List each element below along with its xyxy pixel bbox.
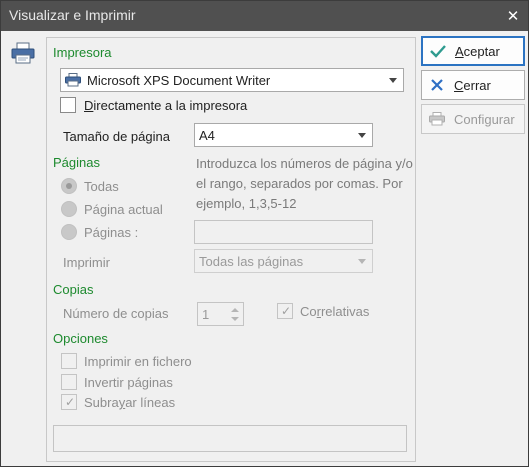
chevron-up-icon[interactable] bbox=[231, 308, 239, 312]
window-title: Visualizar e Imprimir bbox=[9, 7, 136, 23]
check-icon bbox=[429, 42, 447, 60]
print-scope-select[interactable]: Todas las páginas bbox=[194, 249, 373, 273]
printer-select[interactable]: Microsoft XPS Document Writer bbox=[60, 68, 404, 92]
chevron-down-icon bbox=[358, 259, 366, 264]
close-icon: ✕ bbox=[506, 8, 520, 25]
copies-value: 1 bbox=[202, 306, 210, 322]
pages-section-title: Páginas bbox=[53, 155, 100, 170]
configure-button[interactable]: Configurar bbox=[421, 104, 525, 134]
printer-icon bbox=[11, 42, 35, 64]
page-size-select[interactable]: A4 bbox=[194, 123, 373, 147]
copies-label: Número de copias bbox=[63, 306, 169, 321]
printer-section-title: Impresora bbox=[53, 45, 112, 60]
x-icon bbox=[428, 76, 446, 94]
radio-all-pages[interactable] bbox=[61, 178, 77, 194]
settings-panel: Impresora Microsoft XPS Document Writer … bbox=[46, 37, 416, 462]
print-dialog: Visualizar e Imprimir ✕ Impresora Micros… bbox=[0, 0, 529, 467]
direct-print-label: Directamente a la impresora bbox=[84, 98, 248, 113]
radio-page-range[interactable] bbox=[61, 224, 77, 240]
collate-label: Correlativas bbox=[300, 304, 370, 319]
accept-label: Aceptar bbox=[455, 43, 500, 59]
close-label: Cerrar bbox=[454, 77, 491, 93]
print-to-file-checkbox[interactable] bbox=[61, 353, 77, 369]
underline-lines-checkbox[interactable]: ✓ bbox=[61, 394, 77, 410]
page-size-label: Tamaño de página bbox=[63, 129, 170, 144]
radio-selected-dot bbox=[66, 183, 72, 189]
radio-current-page[interactable] bbox=[61, 201, 77, 217]
title-bar: Visualizar e Imprimir ✕ bbox=[1, 1, 528, 31]
page-range-input[interactable] bbox=[194, 220, 373, 244]
close-button[interactable]: Cerrar bbox=[421, 70, 525, 100]
chevron-down-icon[interactable] bbox=[231, 317, 239, 321]
print-scope-value: Todas las páginas bbox=[199, 253, 304, 269]
status-field bbox=[53, 425, 407, 452]
collate-checkbox[interactable]: ✓ bbox=[277, 303, 293, 319]
radio-current-label: Página actual bbox=[84, 202, 163, 217]
radio-all-label: Todas bbox=[84, 179, 119, 194]
check-icon: ✓ bbox=[65, 395, 76, 409]
check-icon: ✓ bbox=[281, 304, 292, 318]
page-size-value: A4 bbox=[199, 127, 215, 143]
configure-label: Configurar bbox=[454, 111, 515, 127]
page-range-hint: Introduzca los números de página y/o el … bbox=[196, 156, 413, 211]
chevron-down-icon bbox=[389, 78, 397, 83]
printer-icon bbox=[428, 110, 446, 128]
printer-select-icon bbox=[65, 73, 81, 87]
options-section-title: Opciones bbox=[53, 331, 108, 346]
copies-section-title: Copias bbox=[53, 282, 94, 297]
printer-select-value: Microsoft XPS Document Writer bbox=[87, 72, 271, 88]
invert-pages-label: Invertir páginas bbox=[84, 375, 173, 390]
print-to-file-label: Imprimir en fichero bbox=[84, 354, 192, 369]
copies-stepper[interactable]: 1 bbox=[197, 302, 244, 326]
direct-print-checkbox[interactable] bbox=[60, 97, 76, 113]
invert-pages-checkbox[interactable] bbox=[61, 374, 77, 390]
underline-lines-label: Subrayar líneas bbox=[84, 395, 176, 410]
radio-pages-label: Páginas : bbox=[84, 225, 139, 240]
accept-button[interactable]: Aceptar bbox=[421, 36, 525, 66]
close-window-button[interactable]: ✕ bbox=[498, 1, 528, 31]
chevron-down-icon bbox=[358, 133, 366, 138]
print-label: Imprimir bbox=[63, 255, 110, 270]
